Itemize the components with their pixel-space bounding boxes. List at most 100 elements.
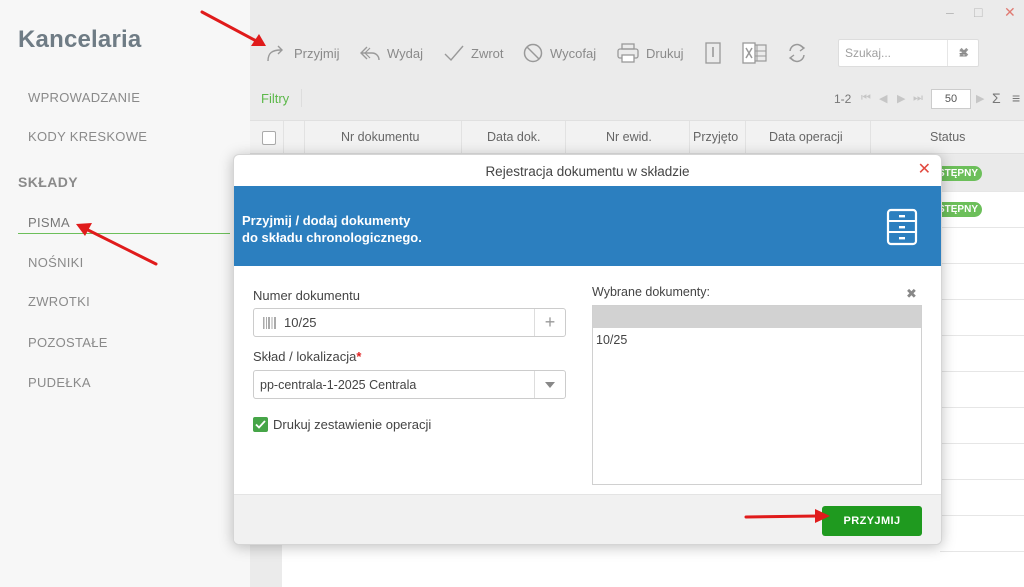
row-divider xyxy=(940,371,1024,372)
sidebar: Kancelaria WPROWADZANIE KODY KRESKOWE SK… xyxy=(0,0,250,587)
selected-documents-label: Wybrane dokumenty: xyxy=(592,285,710,299)
refresh-button[interactable] xyxy=(786,42,808,64)
dialog-title: Rejestracja dokumentu w składzie xyxy=(485,164,690,179)
row-divider xyxy=(940,407,1024,408)
receive-button[interactable]: Przyjmij xyxy=(266,42,340,64)
location-label-text: Skład / lokalizacja xyxy=(253,349,357,364)
barcode-icon xyxy=(263,317,276,329)
column-divider xyxy=(870,121,871,153)
row-divider xyxy=(940,551,1024,552)
banner-line-1: Przyjmij / dodaj dokumenty xyxy=(242,213,411,228)
nav-item-pisma[interactable]: PISMA xyxy=(28,215,70,230)
last-page-icon[interactable]: ⏭ xyxy=(913,92,923,105)
plus-icon[interactable]: + xyxy=(534,309,565,336)
return-label: Zwrot xyxy=(471,45,504,61)
checkmark-icon xyxy=(255,420,266,429)
dialog-banner: Przyjmij / dodaj dokumenty do składu chr… xyxy=(234,186,941,266)
close-dialog-button[interactable]: ✕ xyxy=(918,162,931,178)
doc-number-field[interactable]: 10/25 + xyxy=(253,308,566,337)
refresh-icon xyxy=(788,43,806,63)
clear-selected-icon[interactable]: ✖ xyxy=(906,286,917,302)
search-input[interactable] xyxy=(839,40,959,66)
maximize-button[interactable]: □ xyxy=(974,4,982,20)
menu-icon[interactable]: ≡ xyxy=(947,40,978,66)
banner-text: Przyjmij / dodaj dokumenty do składu chr… xyxy=(242,212,422,246)
column-header-data-dok[interactable]: Data dok. xyxy=(487,130,541,144)
page-size-arrow-icon[interactable]: ▶ xyxy=(976,92,984,105)
column-header-status[interactable]: Status xyxy=(930,130,965,144)
excel-button[interactable] xyxy=(742,42,768,64)
first-page-icon[interactable]: ⏮ xyxy=(861,92,871,105)
export-button[interactable] xyxy=(704,42,722,64)
nav-item-pozostale[interactable]: POZOSTAŁE xyxy=(28,335,108,350)
export-icon xyxy=(705,42,721,64)
row-divider xyxy=(940,227,1024,228)
row-divider xyxy=(940,515,1024,516)
ban-icon xyxy=(523,43,543,63)
chevron-down-icon[interactable] xyxy=(534,371,565,398)
columns-menu-icon[interactable]: ≡ xyxy=(1012,90,1020,106)
column-divider xyxy=(283,121,284,153)
filters-link[interactable]: Filtry xyxy=(261,91,289,106)
column-divider xyxy=(304,121,305,153)
column-divider xyxy=(745,121,746,153)
register-document-dialog: Rejestracja dokumentu w składzie ✕ Przyj… xyxy=(233,154,942,545)
redo-arrow-icon xyxy=(267,45,283,62)
prev-page-icon[interactable]: ◀ xyxy=(879,92,887,105)
location-label: Skład / lokalizacja* xyxy=(253,349,361,364)
column-divider xyxy=(689,121,690,153)
row-divider xyxy=(940,443,1024,444)
print-button[interactable]: Drukuj xyxy=(616,42,684,64)
nav-item-pudelka[interactable]: PUDEŁKA xyxy=(28,375,91,390)
print-summary-checkbox[interactable] xyxy=(253,417,268,432)
cabinet-icon xyxy=(886,208,918,246)
row-divider xyxy=(940,335,1024,336)
nav-item-kody-kreskowe[interactable]: KODY KRESKOWE xyxy=(28,129,147,144)
printer-icon xyxy=(617,43,639,63)
return-button[interactable]: Zwrot xyxy=(443,42,504,64)
accept-button[interactable]: PRZYJMIJ xyxy=(822,506,922,536)
nav-section-sklady: SKŁADY xyxy=(18,174,78,190)
sum-icon[interactable]: Σ xyxy=(992,90,1001,106)
withdraw-label: Wycofaj xyxy=(550,45,597,61)
issue-label: Wydaj xyxy=(387,45,424,61)
pager-range: 1-2 xyxy=(834,92,852,106)
nav-item-zwrotki[interactable]: ZWROTKI xyxy=(28,294,90,309)
print-label: Drukuj xyxy=(646,45,684,61)
doc-number-label: Numer dokumentu xyxy=(253,288,360,303)
nav-item-wprowadzanie[interactable]: WPROWADZANIE xyxy=(28,90,140,105)
divider xyxy=(301,89,302,107)
page-size-input[interactable]: 50 xyxy=(931,89,971,109)
search-box: ✖ ≡ xyxy=(838,39,979,67)
receive-label: Przyjmij xyxy=(294,45,340,61)
row-divider xyxy=(940,479,1024,480)
active-nav-indicator xyxy=(18,233,230,234)
row-divider xyxy=(940,299,1024,300)
column-header-data-operacji[interactable]: Data operacji xyxy=(769,130,843,144)
app-title: Kancelaria xyxy=(18,26,142,53)
check-icon xyxy=(444,45,464,62)
list-header xyxy=(593,306,921,328)
location-value: pp-centrala-1-2025 Centrala xyxy=(260,378,417,392)
required-mark: * xyxy=(356,349,362,364)
banner-line-2: do składu chronologicznego. xyxy=(242,230,422,245)
select-all-checkbox[interactable] xyxy=(262,131,276,145)
selected-documents-list: 10/25 xyxy=(592,305,922,485)
next-page-icon[interactable]: ▶ xyxy=(897,92,905,105)
column-header-nr-ewid[interactable]: Nr ewid. xyxy=(606,130,652,144)
reply-icon xyxy=(360,46,380,61)
nav-item-nosniki[interactable]: NOŚNIKI xyxy=(28,255,84,270)
excel-icon xyxy=(742,42,767,64)
location-select[interactable]: pp-centrala-1-2025 Centrala xyxy=(253,370,566,399)
withdraw-button[interactable]: Wycofaj xyxy=(522,42,596,64)
list-item[interactable]: 10/25 xyxy=(596,333,627,347)
row-divider xyxy=(940,263,1024,264)
row-divider xyxy=(940,191,1024,192)
column-header-nr-dokumentu[interactable]: Nr dokumentu xyxy=(341,130,420,144)
doc-number-value: 10/25 xyxy=(284,315,317,330)
column-header-przyjeto[interactable]: Przyjęto xyxy=(693,130,738,144)
close-window-button[interactable]: ✕ xyxy=(1004,4,1016,21)
minimize-button[interactable]: – xyxy=(946,4,954,20)
issue-button[interactable]: Wydaj xyxy=(359,42,423,64)
print-summary-label[interactable]: Drukuj zestawienie operacji xyxy=(273,417,431,432)
